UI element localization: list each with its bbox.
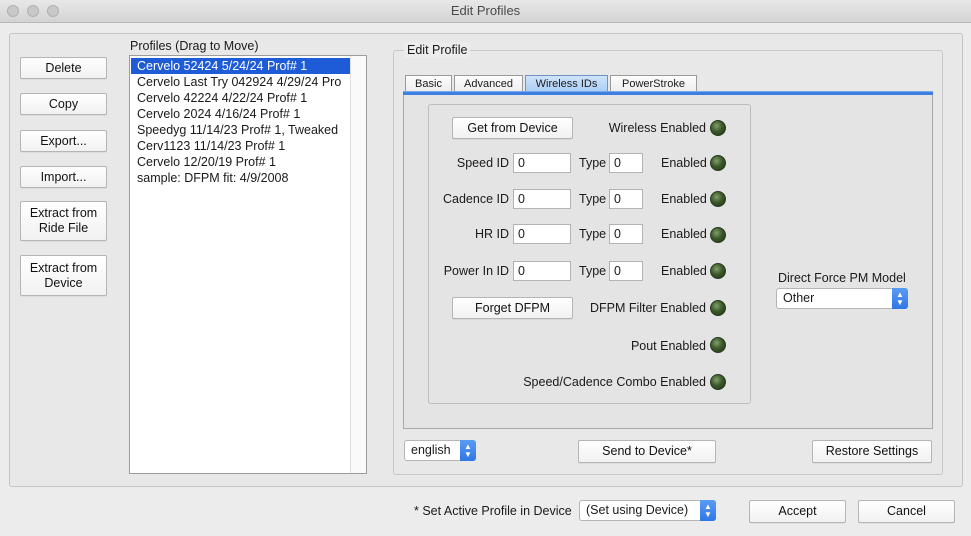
profile-item[interactable]: Cervelo 12/20/19 Prof# 1 bbox=[131, 154, 351, 170]
extract-from-ride-file-button[interactable]: Extract from Ride File bbox=[20, 201, 107, 241]
profiles-list[interactable]: Cervelo 52424 5/24/24 Prof# 1 Cervelo La… bbox=[129, 55, 367, 474]
copy-button[interactable]: Copy bbox=[20, 93, 107, 115]
dfpm-model-value: Other bbox=[783, 291, 815, 305]
active-profile-value: (Set using Device) bbox=[586, 503, 689, 517]
speed-cadence-combo-enabled-label: Speed/Cadence Combo Enabled bbox=[523, 375, 706, 389]
profile-item[interactable]: Cerv1123 11/14/23 Prof# 1 bbox=[131, 138, 351, 154]
profile-item[interactable]: Cervelo 42224 4/22/24 Prof# 1 bbox=[131, 90, 351, 106]
cadence-enabled-indicator bbox=[710, 191, 726, 207]
import-button[interactable]: Import... bbox=[20, 166, 107, 188]
power-in-type-label: Type bbox=[579, 264, 607, 278]
power-in-id-label: Power In ID bbox=[443, 264, 509, 278]
pout-enabled-label: Pout Enabled bbox=[630, 339, 706, 353]
wireless-enabled-label: Wireless Enabled bbox=[608, 121, 706, 135]
forget-dfpm-button[interactable]: Forget DFPM bbox=[452, 297, 573, 319]
dfpm-filter-enabled-indicator bbox=[710, 300, 726, 316]
profile-item[interactable]: Cervelo 2024 4/16/24 Prof# 1 bbox=[131, 106, 351, 122]
tab-powerstroke[interactable]: PowerStroke bbox=[610, 75, 697, 92]
profile-item[interactable]: Cervelo Last Try 042924 4/29/24 Pro bbox=[131, 74, 351, 90]
hr-id-input[interactable]: 0 bbox=[513, 224, 571, 244]
speed-type-label: Type bbox=[579, 156, 607, 170]
speed-cadence-combo-enabled-indicator bbox=[710, 374, 726, 390]
tab-wireless-ids[interactable]: Wireless IDs bbox=[525, 75, 608, 92]
accept-button[interactable]: Accept bbox=[749, 500, 846, 523]
language-select[interactable]: english ▲ ▼ bbox=[404, 440, 476, 461]
export-button[interactable]: Export... bbox=[20, 130, 107, 152]
speed-enabled-label: Enabled bbox=[661, 156, 707, 170]
cadence-id-label: Cadence ID bbox=[442, 192, 509, 206]
wireless-settings-box bbox=[428, 104, 751, 404]
dfpm-model-select[interactable]: Other ▲ ▼ bbox=[776, 288, 908, 309]
tab-basic[interactable]: Basic bbox=[405, 75, 452, 92]
cadence-id-input[interactable]: 0 bbox=[513, 189, 571, 209]
cadence-type-input[interactable]: 0 bbox=[609, 189, 643, 209]
hr-id-label: HR ID bbox=[474, 227, 509, 241]
delete-button[interactable]: Delete bbox=[20, 57, 107, 79]
speed-enabled-indicator bbox=[710, 155, 726, 171]
active-profile-label: * Set Active Profile in Device bbox=[414, 504, 572, 518]
power-in-enabled-indicator bbox=[710, 263, 726, 279]
hr-type-input[interactable]: 0 bbox=[609, 224, 643, 244]
speed-id-label: Speed ID bbox=[456, 156, 509, 170]
wireless-enabled-indicator bbox=[710, 120, 726, 136]
extract-from-device-button[interactable]: Extract from Device bbox=[20, 255, 107, 296]
hr-enabled-label: Enabled bbox=[661, 227, 707, 241]
power-in-type-input[interactable]: 0 bbox=[609, 261, 643, 281]
active-profile-select[interactable]: (Set using Device) ▲ ▼ bbox=[579, 500, 716, 521]
title-bar: Edit Profiles bbox=[0, 0, 971, 23]
profiles-label: Profiles (Drag to Move) bbox=[130, 39, 259, 53]
profile-item[interactable]: Cervelo 52424 5/24/24 Prof# 1 bbox=[131, 58, 351, 74]
dfpm-model-label: Direct Force PM Model bbox=[778, 271, 906, 285]
pout-enabled-indicator bbox=[710, 337, 726, 353]
profile-item[interactable]: sample: DFPM fit: 4/9/2008 bbox=[131, 170, 351, 186]
speed-type-input[interactable]: 0 bbox=[609, 153, 643, 173]
chevron-up-down-icon: ▲ ▼ bbox=[460, 440, 476, 461]
profile-item[interactable]: Speedyg 11/14/23 Prof# 1, Tweaked bbox=[131, 122, 351, 138]
hr-type-label: Type bbox=[579, 227, 607, 241]
hr-enabled-indicator bbox=[710, 227, 726, 243]
cancel-button[interactable]: Cancel bbox=[858, 500, 955, 523]
speed-id-input[interactable]: 0 bbox=[513, 153, 571, 173]
power-in-id-input[interactable]: 0 bbox=[513, 261, 571, 281]
window-title: Edit Profiles bbox=[450, 3, 521, 18]
cadence-enabled-label: Enabled bbox=[661, 192, 707, 206]
cadence-type-label: Type bbox=[579, 192, 607, 206]
edit-profile-label: Edit Profile bbox=[404, 42, 471, 58]
tab-advanced[interactable]: Advanced bbox=[454, 75, 523, 92]
dfpm-filter-enabled-label: DFPM Filter Enabled bbox=[589, 301, 706, 315]
send-to-device-button[interactable]: Send to Device* bbox=[578, 440, 716, 463]
profiles-scrollbar[interactable] bbox=[350, 56, 366, 473]
chevron-up-down-icon: ▲ ▼ bbox=[892, 288, 908, 309]
language-value: english bbox=[411, 443, 451, 457]
chevron-up-down-icon: ▲ ▼ bbox=[700, 500, 716, 521]
get-from-device-button[interactable]: Get from Device bbox=[452, 117, 573, 139]
power-in-enabled-label: Enabled bbox=[661, 264, 707, 278]
restore-settings-button[interactable]: Restore Settings bbox=[812, 440, 932, 463]
